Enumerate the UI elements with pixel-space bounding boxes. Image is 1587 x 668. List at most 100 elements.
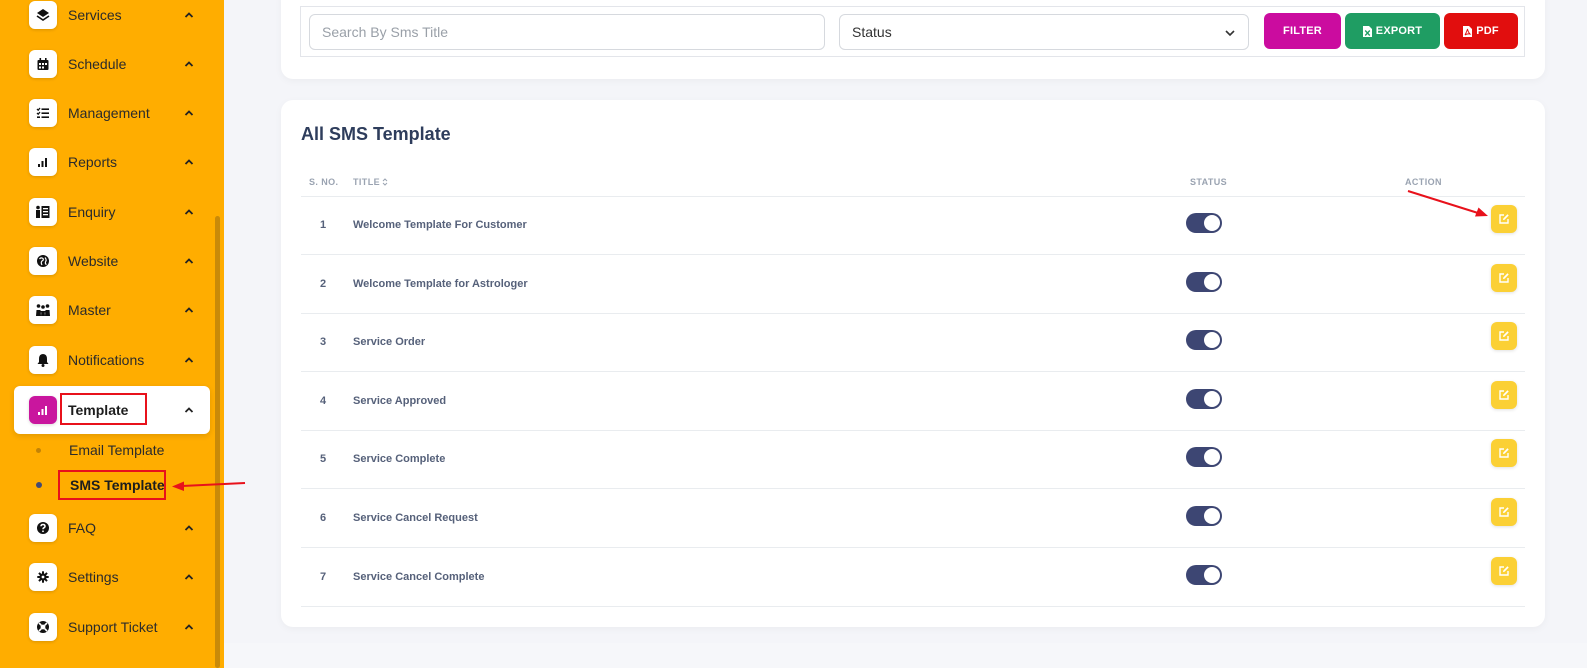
table-row: 5 Service Complete (301, 431, 1525, 490)
sidebar-item-label: Settings (68, 569, 119, 585)
toggle-knob (1204, 390, 1220, 407)
globe-icon (29, 247, 57, 275)
sidebar-item-enquiry[interactable]: Enquiry (14, 188, 210, 236)
table-row: 7 Service Cancel Complete (301, 549, 1525, 607)
status-select[interactable]: Status (839, 14, 1249, 50)
row-sno: 4 (320, 394, 327, 407)
sidebar-item-schedule[interactable]: Schedule (14, 40, 210, 88)
edit-icon (1499, 448, 1509, 459)
toggle-knob (1204, 215, 1220, 231)
sort-icon (382, 178, 388, 186)
table-row: 4 Service Approved (301, 373, 1525, 431)
chevron-up-icon (184, 307, 194, 313)
sidebar-item-label: Master (68, 302, 111, 318)
chevron-up-icon (184, 159, 194, 165)
chevron-up-icon (184, 61, 194, 67)
status-toggle[interactable] (1186, 564, 1222, 585)
edit-icon (1499, 390, 1509, 400)
sidebar: Services Schedule Management Reports Enq… (0, 0, 224, 668)
sidebar-item-management[interactable]: Management (14, 89, 210, 137)
bar-chart-icon (29, 396, 57, 424)
row-sno: 6 (320, 512, 327, 524)
calendar-icon (29, 50, 57, 78)
column-header-title[interactable]: TITLE (353, 177, 388, 187)
chevron-up-icon (184, 12, 194, 18)
edit-button[interactable] (1491, 322, 1517, 351)
status-toggle[interactable] (1186, 213, 1222, 233)
sidebar-item-label: Reports (68, 154, 118, 170)
sidebar-subitem-email-template[interactable]: Email Template (36, 439, 164, 461)
edit-button[interactable] (1491, 498, 1517, 526)
table-row: 6 Service Cancel Request (301, 490, 1525, 548)
sidebar-item-settings[interactable]: Settings (14, 553, 210, 601)
row-title: Service Cancel Request (353, 512, 478, 524)
chevron-up-icon (184, 624, 194, 630)
status-toggle[interactable] (1186, 330, 1222, 351)
sidebar-item-label: Services (68, 7, 122, 23)
status-select-value: Status (852, 24, 892, 40)
row-title: Welcome Template For Customer (353, 219, 527, 231)
annotation-highlight-box (58, 470, 166, 500)
export-button[interactable]: EXPORT (1345, 13, 1440, 49)
column-header-title-label: TITLE (353, 177, 380, 187)
sidebar-item-faq[interactable]: FAQ (14, 504, 210, 552)
edit-button[interactable] (1491, 380, 1517, 409)
edit-button[interactable] (1491, 205, 1517, 233)
row-sno: 2 (320, 277, 327, 290)
status-toggle[interactable] (1186, 271, 1222, 292)
toggle-knob (1204, 332, 1220, 349)
sidebar-item-website[interactable]: Website (14, 237, 210, 285)
status-toggle[interactable] (1186, 506, 1222, 526)
toggle-knob (1204, 566, 1220, 583)
edit-button[interactable] (1491, 556, 1517, 585)
column-header-action: ACTION (1405, 177, 1442, 187)
sidebar-item-notifications[interactable]: Notifications (14, 336, 210, 384)
row-title: Service Approved (353, 394, 447, 407)
chevron-up-icon (184, 407, 194, 413)
edit-button[interactable] (1491, 263, 1517, 292)
row-title: Service Complete (353, 453, 446, 466)
sidebar-item-label: Notifications (68, 352, 145, 368)
chevron-up-icon (184, 357, 194, 363)
edit-icon (1499, 331, 1509, 341)
row-sno: 5 (320, 453, 327, 466)
chevron-up-icon (184, 209, 194, 215)
sidebar-item-support-ticket[interactable]: Support Ticket (14, 603, 210, 651)
row-title: Service Order (353, 336, 426, 349)
toggle-knob (1204, 508, 1220, 524)
sms-template-table-card: All SMS Template S. NO. TITLE STATUS ACT… (281, 100, 1545, 627)
edit-icon (1499, 272, 1509, 283)
sidebar-item-label: Enquiry (68, 204, 116, 220)
footer-strip (224, 643, 1587, 668)
row-title: Welcome Template for Astrologer (353, 277, 528, 290)
filter-bar: Status FILTER EXPORT PDF (300, 6, 1525, 57)
sidebar-scrollbar[interactable] (215, 216, 220, 668)
pdf-button[interactable]: PDF (1444, 13, 1518, 49)
toggle-knob (1204, 449, 1220, 466)
edit-icon (1499, 565, 1509, 576)
chevron-up-icon (184, 110, 194, 116)
services-icon (29, 1, 57, 29)
filter-button[interactable]: FILTER (1264, 13, 1341, 49)
sidebar-item-services[interactable]: Services (14, 0, 210, 39)
edit-button[interactable] (1491, 439, 1517, 468)
table-row: 1 Welcome Template For Customer (301, 197, 1525, 255)
status-toggle[interactable] (1186, 447, 1222, 468)
status-toggle[interactable] (1186, 388, 1222, 409)
row-sno: 3 (320, 336, 327, 349)
gear-icon (29, 563, 57, 591)
chevron-up-icon (184, 574, 194, 580)
bullet-dot (36, 447, 41, 453)
annotation-highlight-box (60, 393, 147, 425)
pdf-file-icon (1463, 25, 1473, 37)
export-button-label: EXPORT (1375, 25, 1423, 37)
search-input[interactable] (309, 14, 825, 50)
question-icon (29, 514, 57, 542)
sidebar-item-master[interactable]: Master (14, 286, 210, 334)
column-header-status: STATUS (1190, 177, 1228, 187)
filter-button-label: FILTER (1283, 25, 1322, 37)
bullet-dot (36, 482, 42, 488)
bar-chart-icon (29, 148, 57, 176)
lifebuoy-icon (29, 613, 57, 641)
sidebar-item-reports[interactable]: Reports (14, 138, 210, 186)
